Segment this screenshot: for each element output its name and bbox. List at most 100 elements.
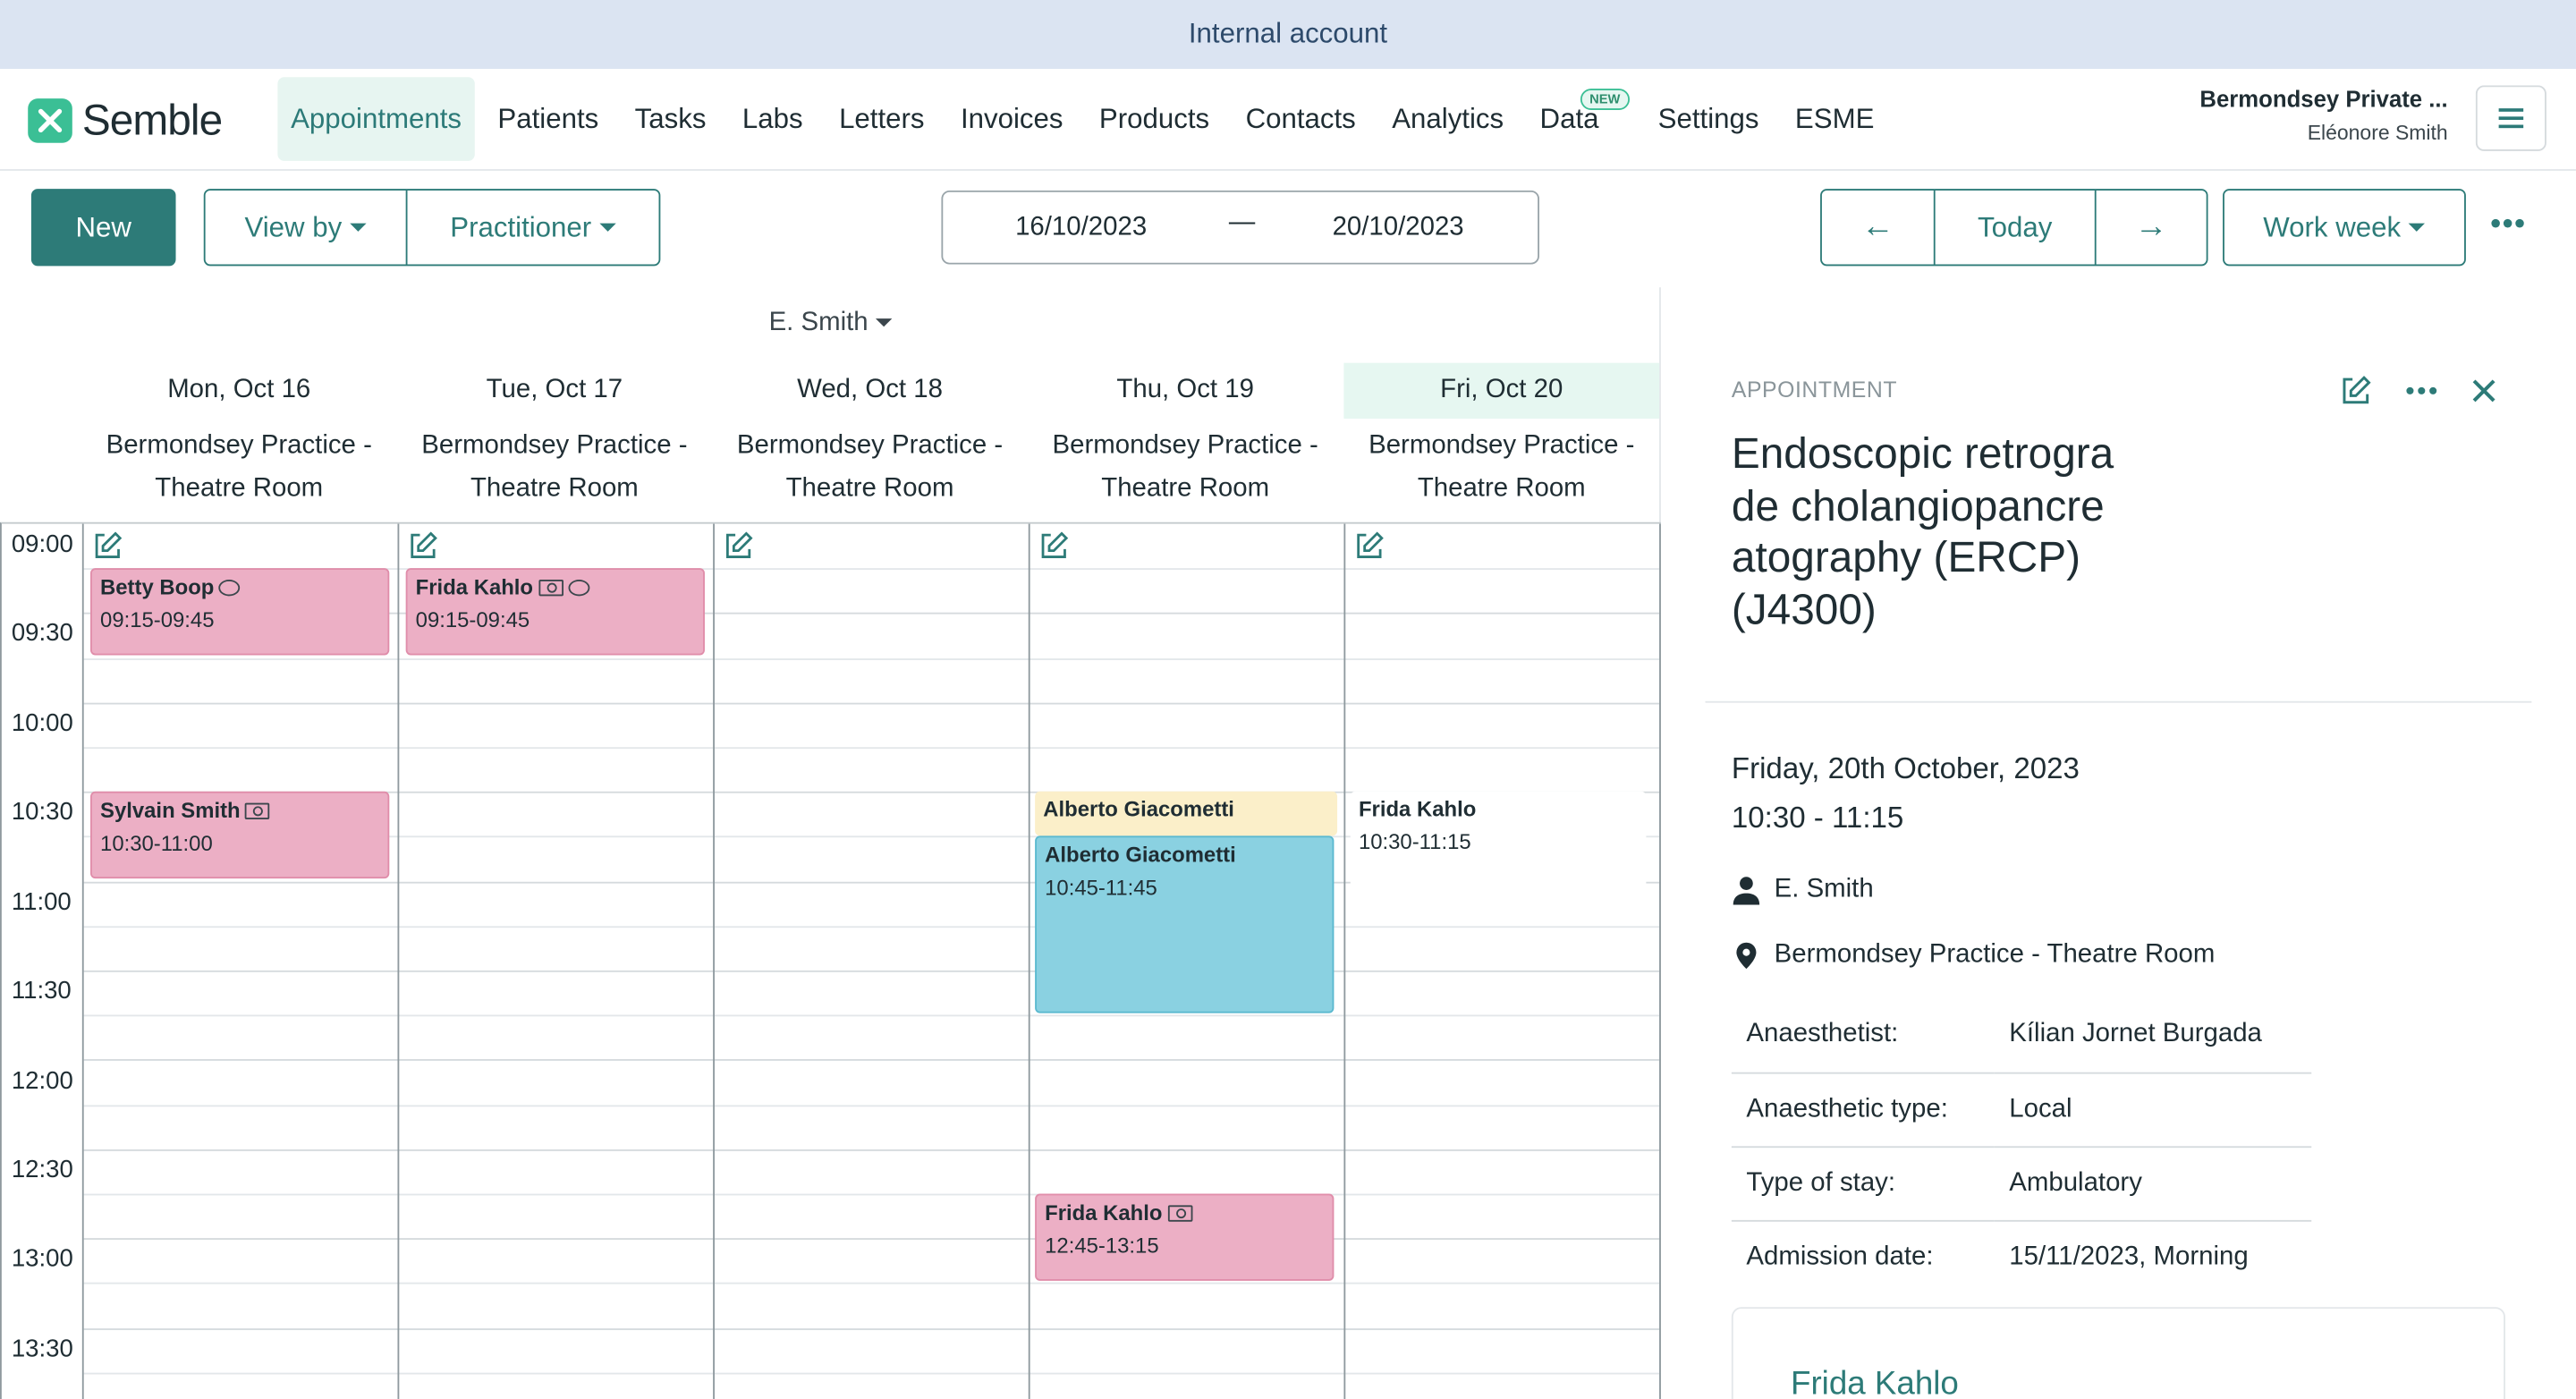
resource-line: Theatre Room (470, 474, 639, 503)
nav-label: Products (1098, 102, 1210, 134)
brand-name: Semble (81, 95, 223, 145)
practitioner-dropdown[interactable]: Practitioner (405, 190, 659, 265)
nav-invoices[interactable]: Invoices (943, 77, 1081, 161)
caret-down-icon (876, 318, 894, 327)
appointment-patient: Frida Kahlo (415, 574, 534, 600)
appointment-card[interactable]: Frida Kahlo 09:15-09:45 (405, 568, 705, 656)
nav-esme[interactable]: ESME (1777, 77, 1893, 161)
slot-line (83, 1105, 1661, 1107)
next-week-button[interactable]: → (2094, 190, 2207, 265)
slot-line (83, 1238, 1661, 1240)
panel-practitioner: E. Smith (1774, 875, 1874, 903)
nav-labs[interactable]: Labs (724, 77, 821, 161)
nav-appointments[interactable]: Appointments (277, 77, 475, 161)
detail-row: Anaesthetic type: Local (1731, 1072, 2312, 1148)
nav-letters[interactable]: Letters (821, 77, 943, 161)
slot-line (83, 1149, 1661, 1151)
org-switcher[interactable]: Bermondsey Private ... Eléonore Smith (2199, 85, 2447, 144)
patient-name-link[interactable]: Frida Kahlo (1791, 1366, 1959, 1399)
slot-line (83, 1372, 1661, 1375)
detail-value: 15/11/2023, Morning (2009, 1242, 2249, 1271)
account-banner-text: Internal account (1188, 18, 1388, 50)
time-label: 09:00 (11, 530, 73, 559)
close-icon[interactable] (2470, 377, 2496, 403)
nav-tasks[interactable]: Tasks (616, 77, 724, 161)
resource-header: Bermondsey Practice - Theatre Room (397, 425, 711, 520)
edit-icon[interactable] (1353, 530, 1385, 562)
detail-value: Local (1994, 1072, 2312, 1148)
view-by-label: View by (244, 210, 343, 242)
slot-line (83, 702, 1661, 705)
appointment-title: Endoscopic retrograde cholangiopancreato… (1731, 428, 2114, 633)
time-label: 13:30 (11, 1335, 73, 1363)
user-name: Eléonore Smith (2307, 121, 2448, 145)
nav-settings[interactable]: Settings (1640, 77, 1776, 161)
resource-header: Bermondsey Practice - Theatre Room (1343, 425, 1659, 520)
previous-week-button[interactable]: ← (1822, 191, 1934, 265)
edit-icon[interactable] (723, 530, 754, 562)
nav-patients[interactable]: Patients (479, 77, 616, 161)
detail-key: Admission date: (1746, 1242, 1934, 1271)
nav-products[interactable]: Products (1081, 77, 1228, 161)
nav-label: Letters (839, 102, 925, 134)
edit-icon[interactable] (2339, 375, 2372, 408)
slot-line (83, 1193, 1661, 1196)
slot-line (83, 1014, 1661, 1017)
patient-card[interactable]: Frida Kahlo (1731, 1307, 2505, 1399)
comment-icon (567, 579, 589, 596)
slot-line (83, 926, 1661, 928)
resource-line: Bermondsey Practice - (421, 431, 688, 460)
appointment-card[interactable]: Frida Kahlo 12:45-13:15 (1035, 1193, 1335, 1281)
view-by-dropdown[interactable]: View by (206, 191, 406, 265)
nav-data[interactable]: Data NEW (1521, 77, 1631, 161)
hamburger-menu-button[interactable] (2475, 85, 2546, 151)
appointment-card[interactable]: Alberto Giacometti (1035, 791, 1338, 836)
detail-key: Anaesthetist: (1731, 998, 1995, 1073)
new-button-label: New (75, 210, 131, 242)
day-header-wed: Wed, Oct 18 (713, 363, 1027, 419)
appointment-card[interactable]: Sylvain Smith 10:30-11:00 (90, 791, 390, 879)
appointment-card[interactable]: Betty Boop 09:15-09:45 (90, 568, 390, 656)
caret-down-icon (2409, 223, 2426, 232)
range-label: Work week (2263, 210, 2402, 242)
detail-key: Type of stay: (1731, 1146, 1995, 1221)
appointment-card-selected[interactable]: Frida Kahlo 10:30-11:15 (1350, 791, 1647, 923)
work-week-dropdown[interactable]: Work week (2224, 191, 2464, 265)
appointment-time: 09:15-09:45 (100, 607, 215, 632)
resource-line: Bermondsey Practice - (106, 431, 372, 460)
view-controls: View by Practitioner (203, 189, 661, 267)
brand-logo[interactable]: Semble (28, 95, 223, 146)
app-root: Internal account Semble Appointments Pat… (0, 0, 2576, 1399)
new-appointment-button[interactable]: New (30, 189, 176, 267)
day-header-mon: Mon, Oct 16 (82, 363, 396, 419)
time-label: 09:30 (11, 619, 73, 648)
appointment-card[interactable]: Alberto Giacometti 10:45-11:45 (1035, 835, 1335, 1013)
day-label: Mon, Oct 16 (167, 376, 311, 404)
practitioner-selector[interactable]: E. Smith (769, 309, 894, 338)
nav-analytics[interactable]: Analytics (1374, 77, 1521, 161)
nav-label: Contacts (1245, 102, 1356, 134)
main-nav: Appointments Patients Tasks Labs Letters… (277, 77, 1892, 161)
time-label: 12:30 (11, 1156, 73, 1184)
edit-icon[interactable] (92, 530, 123, 562)
slot-line (83, 970, 1661, 972)
more-options-icon[interactable] (2405, 386, 2438, 395)
nav-label: Analytics (1392, 102, 1504, 134)
appointment-patient: Frida Kahlo (1045, 1200, 1163, 1225)
nav-contacts[interactable]: Contacts (1227, 77, 1374, 161)
day-header-fri: Fri, Oct 20 (1343, 362, 1660, 420)
edit-icon[interactable] (1038, 530, 1070, 562)
arrow-right-icon: → (2134, 208, 2168, 245)
edit-icon[interactable] (408, 530, 439, 562)
today-button[interactable]: Today (1933, 190, 2095, 265)
resource-line: Theatre Room (155, 474, 324, 503)
time-grid[interactable]: 09:00 09:30 10:00 10:30 11:00 11:30 12:0… (0, 521, 1661, 1399)
top-navigation: Semble Appointments Patients Tasks Labs … (0, 69, 2576, 171)
more-options-icon[interactable]: ••• (2490, 207, 2526, 242)
appointment-time: 10:30-11:00 (100, 830, 213, 856)
date-range-picker[interactable]: 16/10/2023 — 20/10/2023 (941, 190, 1539, 265)
day-header-tue: Tue, Oct 17 (397, 363, 711, 419)
account-banner: Internal account (0, 0, 2576, 70)
slot-line (83, 658, 1661, 660)
detail-row: Anaesthetist: Kílian Jornet Burgada (1731, 998, 2312, 1073)
